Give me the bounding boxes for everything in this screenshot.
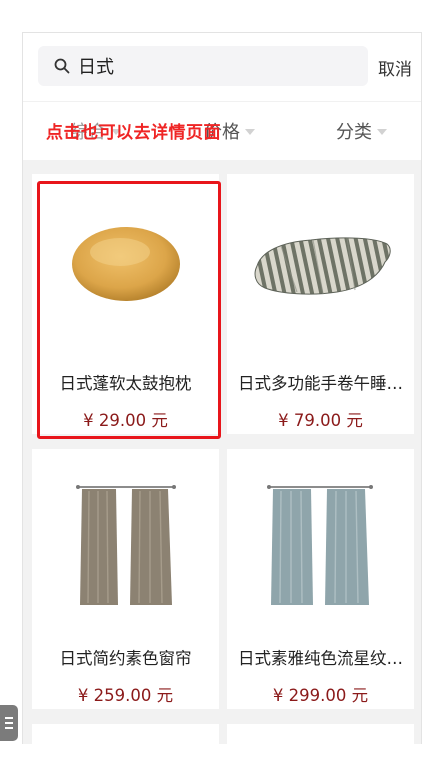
annotation-text: 点击也可以去详情页面 [46, 123, 221, 143]
cancel-button[interactable]: 取消 [378, 55, 412, 80]
product-price: ¥ 259.00 元 [77, 686, 174, 705]
product-card[interactable] [32, 724, 219, 744]
filter-label: 分类 [336, 122, 372, 143]
product-price: ¥ 79.00 元 [278, 411, 363, 430]
product-name: 日式多功能手卷午睡… [238, 374, 403, 393]
search-box[interactable] [38, 46, 368, 86]
product-name: 日式简约素色窗帘 [59, 649, 192, 668]
search-input[interactable] [78, 54, 348, 78]
product-card[interactable]: 日式蓬软太鼓抱枕 ¥ 29.00 元 [32, 174, 219, 434]
menu-icon[interactable] [0, 705, 18, 741]
product-price: ¥ 299.00 元 [272, 686, 369, 705]
product-price: ¥ 29.00 元 [83, 411, 168, 430]
filter-category[interactable]: 分类 [336, 118, 387, 144]
product-name: 日式素雅纯色流星纹… [238, 649, 403, 668]
search-icon [54, 58, 70, 74]
striped-pillow-icon [254, 237, 391, 295]
beige-curtain-icon [76, 485, 176, 605]
blue-curtain-icon [267, 485, 373, 605]
search-bar: 取消 [23, 33, 421, 101]
product-card[interactable]: 日式素雅纯色流星纹… ¥ 299.00 元 [227, 449, 414, 709]
product-name: 日式蓬软太鼓抱枕 [59, 374, 192, 393]
product-card[interactable]: 日式多功能手卷午睡… ¥ 79.00 元 [227, 174, 414, 434]
product-card[interactable]: 日式简约素色窗帘 ¥ 259.00 元 [32, 449, 219, 709]
caret-down-icon [245, 129, 255, 135]
round-cushion-icon [72, 227, 180, 301]
product-card[interactable] [227, 724, 414, 744]
caret-down-icon [377, 129, 387, 135]
